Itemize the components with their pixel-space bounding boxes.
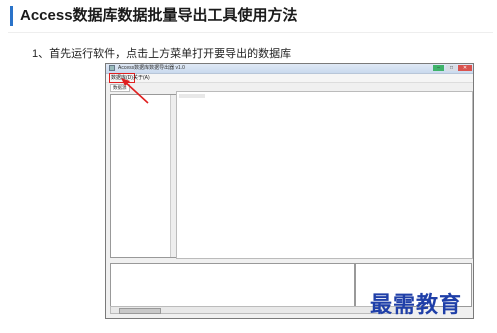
horizontal-scrollbar[interactable] [110, 306, 412, 314]
minimize-button[interactable]: – [433, 65, 444, 71]
step-instruction: 1、首先运行软件，点击上方菜单打开要导出的数据库 [32, 48, 292, 60]
app-icon [109, 65, 115, 71]
window-title: Access数据库数据导出器 v1.0 [118, 65, 185, 71]
title-divider [8, 32, 493, 33]
scroll-thumb[interactable] [119, 308, 161, 314]
watermark-logo: 最需教育 [370, 292, 463, 318]
close-button[interactable]: ✕ [458, 65, 472, 71]
window-titlebar: Access数据库数据导出器 v1.0 – □ ✕ [106, 64, 473, 74]
preview-header [179, 94, 205, 98]
red-arrow-icon [121, 78, 149, 104]
field-list-pane[interactable] [110, 263, 355, 307]
article-title: Access数据库数据批量导出工具使用方法 [20, 7, 298, 24]
table-list-pane[interactable] [110, 94, 177, 258]
data-preview-pane[interactable] [176, 91, 473, 259]
maximize-button[interactable]: □ [446, 65, 457, 71]
app-screenshot: Access数据库数据导出器 v1.0 – □ ✕ 数据库(D) 关于(A) 数… [105, 63, 474, 319]
menu-bar: 数据库(D) 关于(A) [106, 73, 473, 83]
title-accent-bar [10, 6, 13, 26]
